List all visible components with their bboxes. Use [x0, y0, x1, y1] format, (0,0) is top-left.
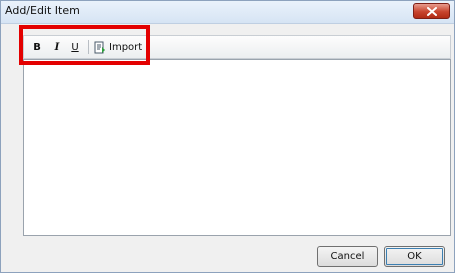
window-title: Add/Edit Item: [5, 4, 80, 17]
editor-text-area[interactable]: [23, 59, 451, 236]
close-button[interactable]: [413, 3, 450, 19]
toolbar-highlight-box: [19, 25, 150, 65]
title-bar: Add/Edit Item: [1, 1, 454, 24]
ok-button[interactable]: OK: [384, 246, 445, 267]
cancel-button[interactable]: Cancel: [317, 246, 378, 267]
close-icon: [426, 6, 437, 16]
